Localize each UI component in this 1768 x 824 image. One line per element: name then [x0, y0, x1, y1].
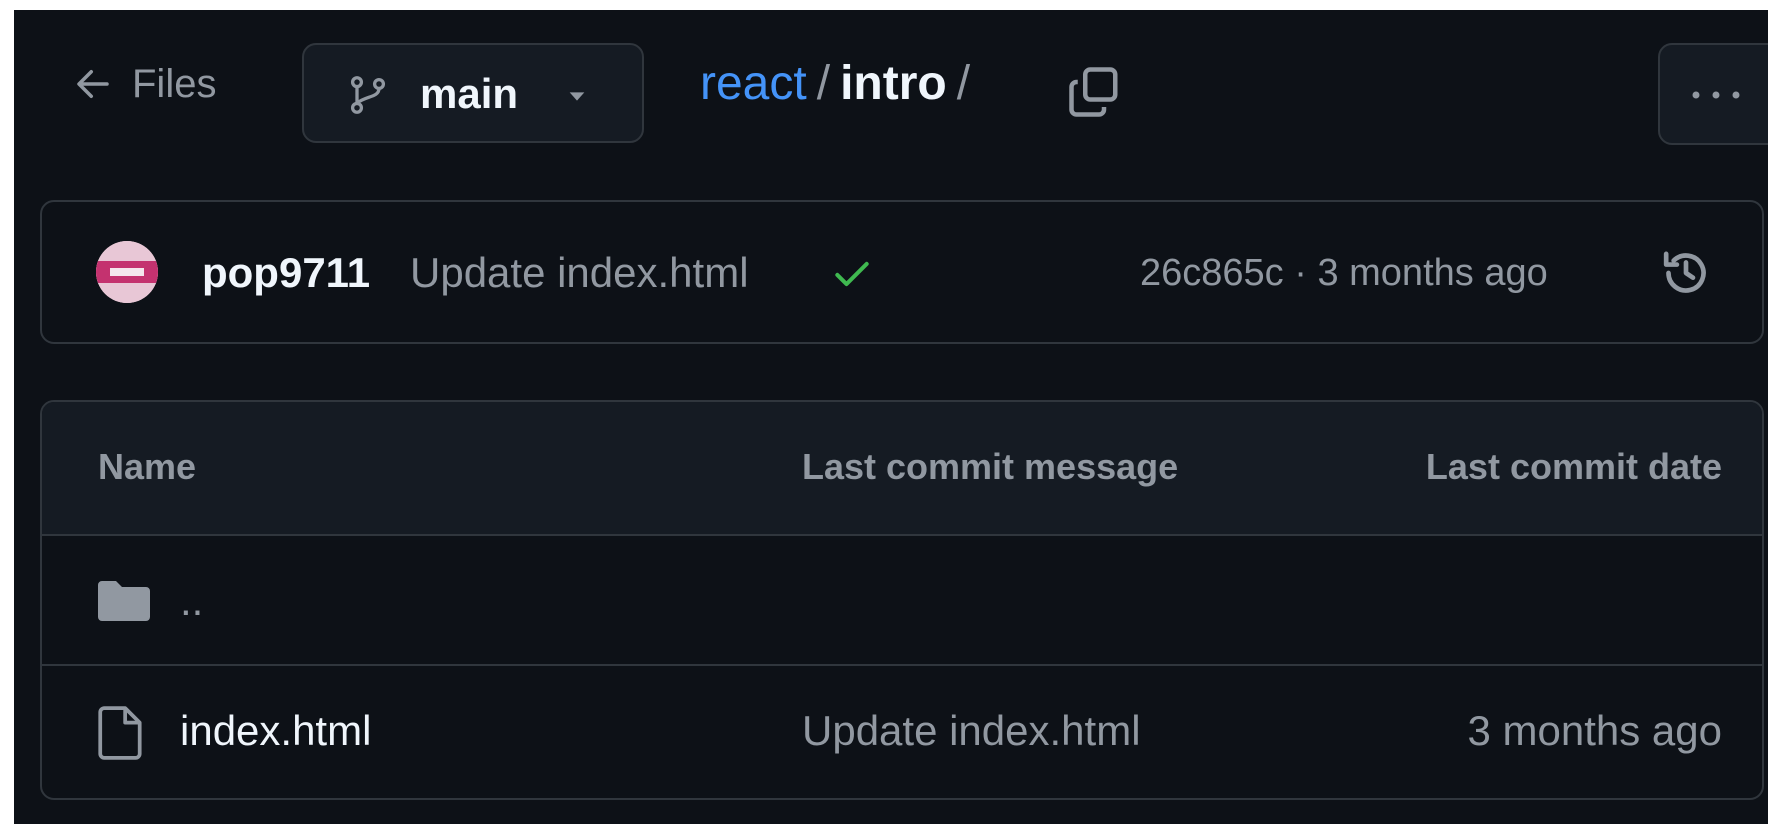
- commit-meta-separator: ·: [1294, 252, 1307, 294]
- row-name-link[interactable]: ..: [180, 574, 203, 628]
- repo-file-browser: Files main react / intro / pop9711 Updat…: [14, 10, 1768, 824]
- copy-path-icon[interactable]: [1064, 62, 1124, 122]
- commit-message[interactable]: Update index.html: [410, 246, 749, 300]
- git-branch-icon: [350, 76, 386, 114]
- more-options-button[interactable]: [1658, 43, 1768, 145]
- row-name-link[interactable]: index.html: [180, 704, 371, 758]
- kebab-horizontal-icon: [1692, 91, 1740, 99]
- commit-author[interactable]: pop9711: [202, 246, 370, 300]
- breadcrumb-repo-link[interactable]: react: [700, 54, 807, 114]
- check-icon[interactable]: [830, 252, 874, 296]
- file-table: Name Last commit message Last commit dat…: [40, 400, 1764, 800]
- breadcrumb-current-dir: intro: [840, 57, 947, 110]
- column-header-date: Last commit date: [1425, 446, 1722, 487]
- chevron-down-icon: [569, 92, 585, 101]
- table-row[interactable]: index.html Update index.html 3 months ag…: [42, 666, 1762, 794]
- column-header-name: Name: [98, 446, 197, 487]
- folder-icon: [98, 581, 150, 621]
- breadcrumb-separator: /: [816, 57, 831, 110]
- avatar-identicon-icon: [96, 241, 158, 303]
- author-avatar[interactable]: [96, 241, 158, 303]
- back-label: Files: [132, 61, 217, 106]
- table-row[interactable]: ..: [42, 536, 1762, 666]
- breadcrumb-trailing-separator: /: [956, 57, 971, 110]
- commit-meta: 26c865c · 3 months ago: [1140, 246, 1548, 300]
- commit-time: 3 months ago: [1317, 252, 1548, 294]
- back-to-files-button[interactable]: Files: [72, 54, 216, 114]
- column-header-message: Last commit message: [802, 446, 1179, 487]
- history-icon[interactable]: [1658, 245, 1714, 301]
- latest-commit-box: pop9711 Update index.html 26c865c · 3 mo…: [40, 200, 1764, 344]
- table-header: Name Last commit message Last commit dat…: [42, 402, 1762, 536]
- breadcrumb: react / intro /: [700, 54, 980, 114]
- row-commit-date: 3 months ago: [1467, 707, 1722, 754]
- row-commit-message-link[interactable]: Update index.html: [802, 704, 1141, 758]
- file-icon: [98, 706, 142, 760]
- branch-selector-button[interactable]: main: [302, 43, 644, 143]
- arrow-left-icon: [77, 70, 109, 98]
- branch-label: main: [420, 70, 519, 117]
- commit-sha[interactable]: 26c865c: [1140, 252, 1284, 294]
